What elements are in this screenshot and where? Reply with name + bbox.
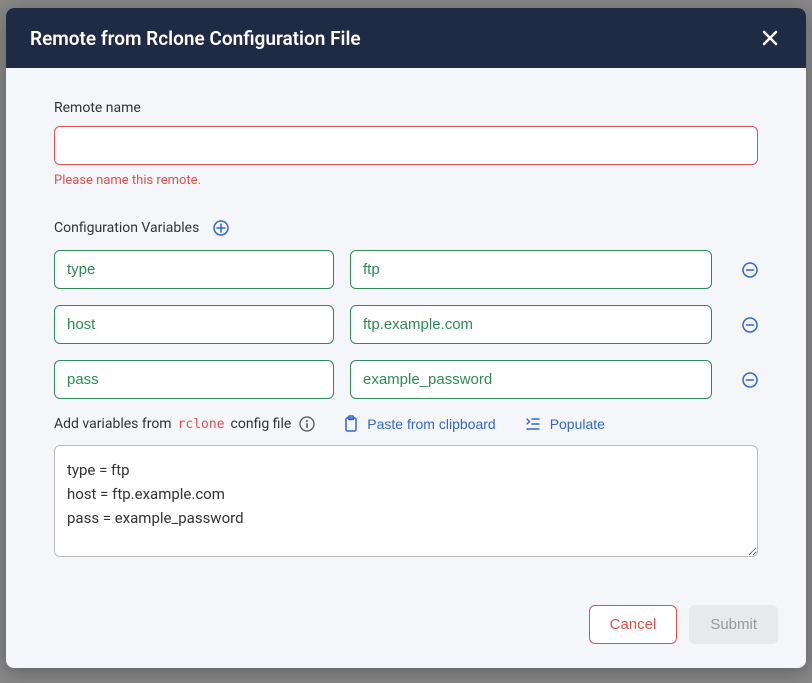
paste-clipboard-button[interactable]: Paste from clipboard [343, 415, 495, 433]
close-button[interactable] [758, 26, 782, 50]
config-file-code: rclone [178, 417, 225, 432]
config-var-row [54, 250, 758, 289]
close-icon [762, 30, 778, 46]
modal-body: Remote name Please name this remote. Con… [6, 68, 806, 585]
minus-circle-icon [742, 317, 758, 333]
add-variable-button[interactable] [213, 220, 229, 236]
config-file-prefix: Add variables from [54, 416, 172, 432]
config-var-value-input[interactable] [350, 305, 712, 344]
modal-container: Remote from Rclone Configuration File Re… [6, 8, 806, 668]
cancel-button[interactable]: Cancel [589, 605, 678, 644]
config-file-suffix: config file [231, 416, 292, 432]
config-var-row [54, 305, 758, 344]
remove-variable-button[interactable] [742, 372, 758, 388]
config-var-row [54, 360, 758, 399]
minus-circle-icon [742, 262, 758, 278]
modal-header: Remote from Rclone Configuration File [6, 8, 806, 68]
clipboard-icon [343, 415, 359, 433]
submit-button[interactable]: Submit [689, 605, 778, 644]
config-file-text: Add variables from rclone config file [54, 416, 315, 432]
modal-footer: Cancel Submit [6, 585, 806, 668]
remote-name-error: Please name this remote. [54, 173, 758, 188]
minus-circle-icon [742, 372, 758, 388]
config-textarea[interactable] [54, 445, 758, 557]
populate-label: Populate [550, 416, 605, 432]
config-var-value-input[interactable] [350, 360, 712, 399]
remove-variable-button[interactable] [742, 317, 758, 333]
config-vars-header: Configuration Variables [54, 220, 758, 236]
config-vars-label: Configuration Variables [54, 220, 199, 236]
config-var-key-input[interactable] [54, 305, 334, 344]
populate-icon [524, 416, 542, 432]
config-var-value-input[interactable] [350, 250, 712, 289]
info-icon [299, 416, 315, 432]
config-vars-rows [54, 250, 758, 399]
remote-name-input[interactable] [54, 126, 758, 165]
paste-clipboard-label: Paste from clipboard [367, 416, 495, 432]
plus-circle-icon [213, 220, 229, 236]
modal-title: Remote from Rclone Configuration File [30, 27, 361, 50]
config-file-row: Add variables from rclone config file Pa… [54, 415, 758, 433]
populate-button[interactable]: Populate [524, 416, 605, 432]
config-var-key-input[interactable] [54, 360, 334, 399]
config-var-key-input[interactable] [54, 250, 334, 289]
remote-name-label: Remote name [54, 100, 758, 116]
remove-variable-button[interactable] [742, 262, 758, 278]
